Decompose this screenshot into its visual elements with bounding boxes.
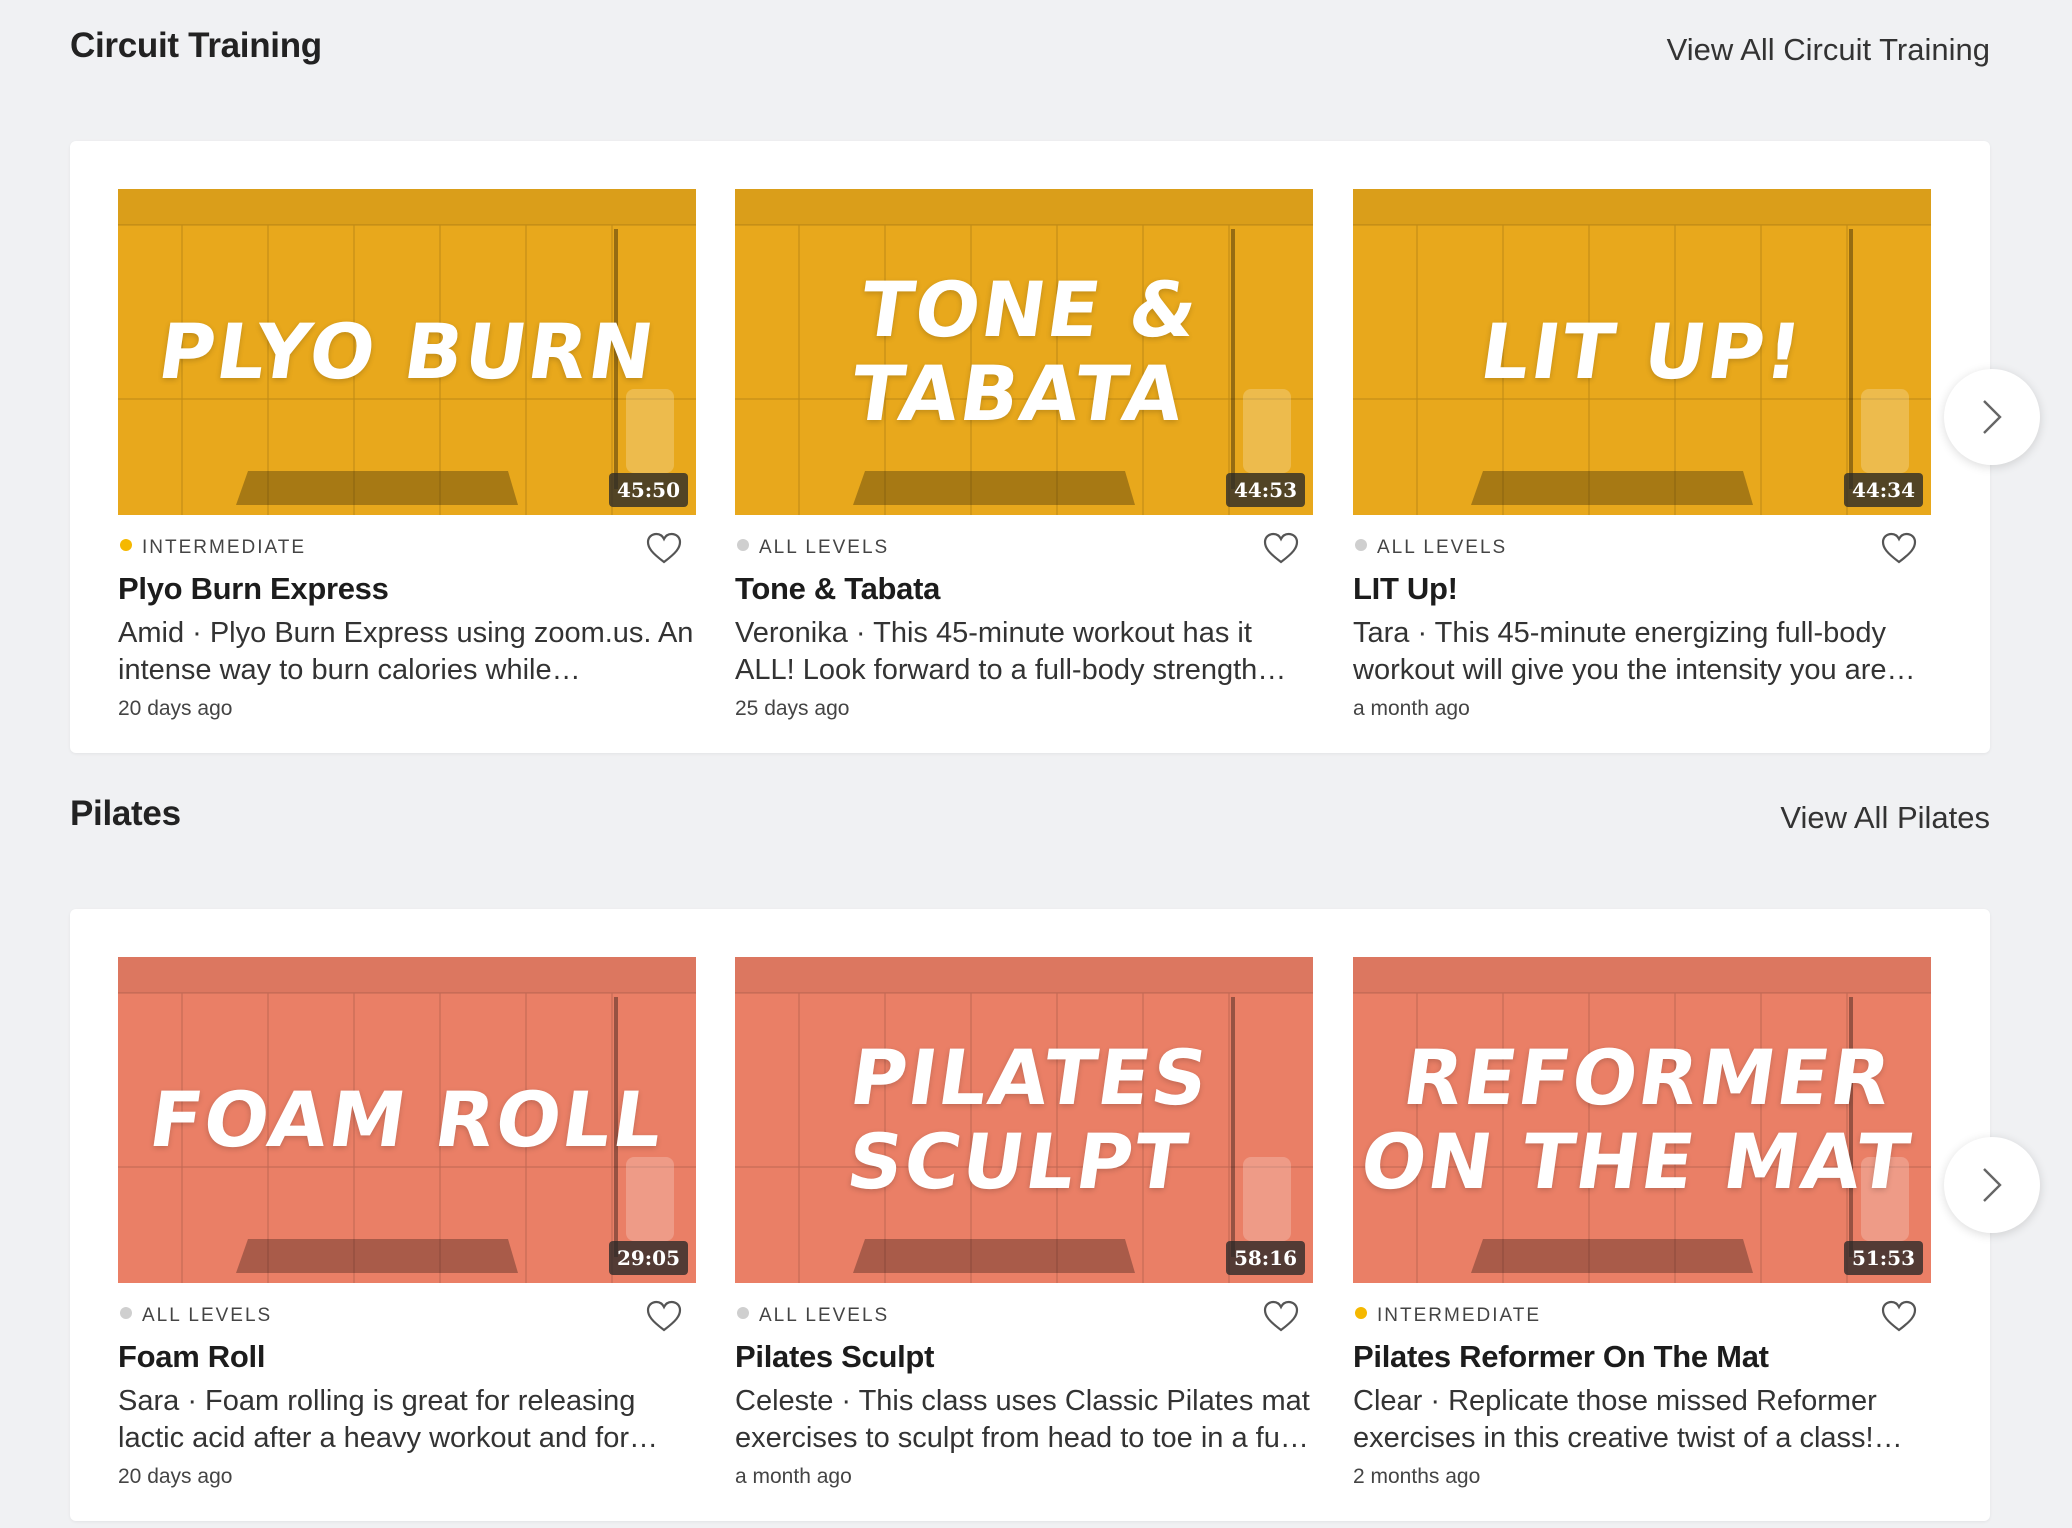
level-label: ALL LEVELS xyxy=(759,1305,890,1326)
view-all-circuit-training-link[interactable]: View All Circuit Training xyxy=(1667,32,1990,68)
chevron-right-icon xyxy=(1983,400,2002,434)
level-label: INTERMEDIATE xyxy=(1377,1305,1542,1326)
class-card[interactable]: LIT UP! 44:34 ALL LEVELS LIT Up! Tara · … xyxy=(1353,189,1931,720)
video-thumbnail[interactable]: PLYO BURN 45:50 xyxy=(118,189,696,515)
card-title[interactable]: Pilates Reformer On The Mat xyxy=(1353,1337,1931,1377)
level-dot xyxy=(1355,539,1367,551)
level-dot xyxy=(737,539,749,551)
card-title[interactable]: LIT Up! xyxy=(1353,569,1931,609)
class-card[interactable]: REFORMER ON THE MAT 51:53 INTERMEDIATE P… xyxy=(1353,957,1931,1488)
thumbnail-title: REFORMER ON THE MAT xyxy=(1355,1033,1917,1206)
class-card[interactable]: PILATES SCULPT 58:16 ALL LEVELS Pilates … xyxy=(735,957,1313,1488)
video-thumbnail[interactable]: TONE & TABATA 44:53 xyxy=(735,189,1313,515)
heart-icon[interactable] xyxy=(644,1297,684,1337)
heart-icon[interactable] xyxy=(1879,1297,1919,1337)
meta-row: ALL LEVELS xyxy=(735,1297,1313,1337)
card-date: 25 days ago xyxy=(735,697,850,720)
heart-icon[interactable] xyxy=(644,529,684,569)
video-thumbnail[interactable]: FOAM ROLL 29:05 xyxy=(118,957,696,1283)
thumbnail-title: PILATES SCULPT xyxy=(841,1033,1216,1206)
carousel-next-button[interactable] xyxy=(1944,369,2040,465)
level-dot xyxy=(1355,1307,1367,1319)
level-label: INTERMEDIATE xyxy=(142,537,307,558)
video-thumbnail[interactable]: PILATES SCULPT 58:16 xyxy=(735,957,1313,1283)
duration-badge: 45:50 xyxy=(608,473,688,507)
video-thumbnail[interactable]: REFORMER ON THE MAT 51:53 xyxy=(1353,957,1931,1283)
card-date: 2 months ago xyxy=(1353,1465,1481,1488)
level-label: ALL LEVELS xyxy=(142,1305,273,1326)
section-header: Circuit Training View All Circuit Traini… xyxy=(70,26,1990,86)
carousel-panel: PLYO BURN 45:50 INTERMEDIATE Plyo Burn E… xyxy=(70,141,2040,753)
video-thumbnail[interactable]: LIT UP! 44:34 xyxy=(1353,189,1931,515)
chevron-right-icon xyxy=(1983,1168,2002,1202)
duration-badge: 29:05 xyxy=(608,1241,688,1275)
meta-row: ALL LEVELS xyxy=(118,1297,696,1337)
card-date: a month ago xyxy=(1353,697,1470,720)
view-all-pilates-link[interactable]: View All Pilates xyxy=(1780,800,1990,836)
class-card[interactable]: FOAM ROLL 29:05 ALL LEVELS Foam Roll Sar… xyxy=(118,957,696,1488)
level-dot xyxy=(120,1307,132,1319)
carousel-panel: FOAM ROLL 29:05 ALL LEVELS Foam Roll Sar… xyxy=(70,909,2040,1521)
heart-icon[interactable] xyxy=(1879,529,1919,569)
class-card[interactable]: PLYO BURN 45:50 INTERMEDIATE Plyo Burn E… xyxy=(118,189,696,720)
section-pilates: Pilates View All Pilates FOAM ROLL 29:05… xyxy=(70,794,2040,1521)
card-title[interactable]: Plyo Burn Express xyxy=(118,569,696,609)
thumbnail-title: LIT UP! xyxy=(1475,307,1809,396)
section-header: Pilates View All Pilates xyxy=(70,794,1990,854)
card-date: 20 days ago xyxy=(118,697,233,720)
card-title[interactable]: Tone & Tabata xyxy=(735,569,1313,609)
carousel-next-button[interactable] xyxy=(1944,1137,2040,1233)
level-label: ALL LEVELS xyxy=(1377,537,1508,558)
thumbnail-title: FOAM ROLL xyxy=(144,1075,671,1164)
duration-badge: 44:53 xyxy=(1225,473,1305,507)
card-description: Veronika · This 45-minute workout has it… xyxy=(735,617,1287,686)
meta-row: ALL LEVELS xyxy=(735,529,1313,569)
card-date: 20 days ago xyxy=(118,1465,233,1488)
card-description: Celeste · This class uses Classic Pilate… xyxy=(735,1385,1310,1454)
card-description: Tara · This 45-minute energizing full-bo… xyxy=(1353,617,1916,686)
meta-row: ALL LEVELS xyxy=(1353,529,1931,569)
card-title[interactable]: Foam Roll xyxy=(118,1337,696,1377)
heart-icon[interactable] xyxy=(1261,1297,1301,1337)
heart-icon[interactable] xyxy=(1261,529,1301,569)
class-card[interactable]: TONE & TABATA 44:53 ALL LEVELS Tone & Ta… xyxy=(735,189,1313,720)
duration-badge: 44:34 xyxy=(1843,473,1923,507)
section-circuit-training: Circuit Training View All Circuit Traini… xyxy=(70,26,2040,753)
card-description: Clear · Replicate those missed Reformer … xyxy=(1353,1385,1903,1454)
level-label: ALL LEVELS xyxy=(759,537,890,558)
meta-row: INTERMEDIATE xyxy=(118,529,696,569)
card-title[interactable]: Pilates Sculpt xyxy=(735,1337,1313,1377)
level-dot xyxy=(737,1307,749,1319)
card-description: Sara · Foam rolling is great for releasi… xyxy=(118,1385,658,1454)
thumbnail-title: TONE & TABATA xyxy=(845,265,1205,438)
duration-badge: 58:16 xyxy=(1225,1241,1305,1275)
level-dot xyxy=(120,539,132,551)
duration-badge: 51:53 xyxy=(1843,1241,1923,1275)
meta-row: INTERMEDIATE xyxy=(1353,1297,1931,1337)
card-date: a month ago xyxy=(735,1465,852,1488)
section-title: Circuit Training xyxy=(70,26,322,65)
card-description: Amid · Plyo Burn Express using zoom.us. … xyxy=(118,617,694,686)
section-title: Pilates xyxy=(70,794,181,833)
thumbnail-title: PLYO BURN xyxy=(153,307,662,396)
